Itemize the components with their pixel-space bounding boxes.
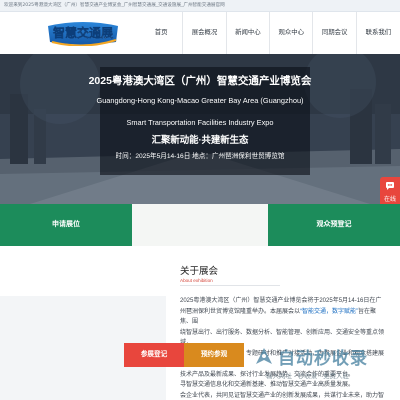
- visitor-register-button[interactable]: 观众预登记: [268, 204, 400, 246]
- nav-visitors[interactable]: 观众中心: [270, 12, 314, 54]
- about-section-subtitle: About exhibition: [180, 278, 213, 283]
- about-section-title: 关于展会: [180, 266, 219, 277]
- bottom-floating-bar: 参展登记 预约参观: [124, 343, 244, 367]
- about-line-7: 会企业代表，共同见证智慧交通产业的创新发展成果，共谋行业未来，助力智慧交通: [180, 392, 385, 399]
- cta-middle-image: [132, 204, 268, 246]
- site-header: 智慧交通展 首页 展会概况 新闻中心 观众中心 同期会议 联系我们: [0, 12, 400, 54]
- logo-text: 智慧交通展: [52, 25, 113, 40]
- about-divider: [180, 285, 280, 286]
- nav-overview[interactable]: 展会概况: [183, 12, 227, 54]
- banner-slogan: 汇聚新动能·共建新生态: [151, 134, 249, 145]
- top-welcome-bar: 欢迎来到2025粤港澳大湾区（广州）智慧交通产业博览会_广州智慧交通展_交通设施…: [0, 0, 400, 12]
- about-highlight: “智能交通，数字赋能”: [300, 308, 359, 315]
- welcome-text: 欢迎来到2025粤港澳大湾区（广州）智慧交通产业博览会_广州智慧交通展_交通设施…: [4, 3, 225, 8]
- about-line-2: 州琶洲保利世贸博览馆隆重举办。本届展会以“智能交通，数字赋能”旨在聚焦、围: [180, 308, 377, 326]
- page: 欢迎来到2025粤港澳大湾区（广州）智慧交通产业博览会_广州智慧交通展_交通设施…: [0, 0, 400, 400]
- watermark-logo: 自动秒收录 输入网址 · 秒收录 · 免费入驻: [252, 344, 392, 388]
- hero-banner: 2025粤港澳大湾区（广州）智慧交通产业博览会 Guangdong-Hong K…: [0, 54, 400, 204]
- banner-subtitle-en: Smart Transportation Facilities Industry…: [126, 118, 274, 127]
- nav-conferences[interactable]: 同期会议: [313, 12, 357, 54]
- banner-title-en: Guangdong-Hong Kong-Macao Greater Bay Ar…: [96, 96, 304, 105]
- nav-home[interactable]: 首页: [140, 12, 184, 54]
- chat-bubble-icon: [386, 182, 394, 190]
- nav-contact[interactable]: 联系我们: [357, 12, 400, 54]
- site-logo[interactable]: 智慧交通展: [44, 20, 122, 46]
- watermark-sub-text: 输入网址 · 秒收录 · 免费入驻: [266, 373, 350, 380]
- apply-booth-button[interactable]: 申请展位: [0, 204, 132, 246]
- banner-title-cn: 2025粤港澳大湾区（广州）智慧交通产业博览会: [88, 75, 312, 87]
- watermark-main-text: 自动秒收录: [278, 349, 368, 368]
- banner-date-venue: 时间：2025年5月14-16日 地点：广州琶洲保利世贸博览馆: [115, 153, 285, 160]
- about-line-1: 2025粤港澳大湾区（广州）智慧交通产业博览会将于2025年5月14-16日在广: [180, 298, 382, 304]
- exhibitor-register-button[interactable]: 参展登记: [124, 343, 184, 367]
- book-visit-button[interactable]: 预约参观: [184, 343, 244, 367]
- nav-news[interactable]: 新闻中心: [227, 12, 271, 54]
- rocket-icon: [256, 348, 272, 364]
- main-nav: 首页 展会概况 新闻中心 观众中心 同期会议 联系我们: [140, 12, 400, 54]
- consult-label-line1: 在线: [383, 197, 396, 203]
